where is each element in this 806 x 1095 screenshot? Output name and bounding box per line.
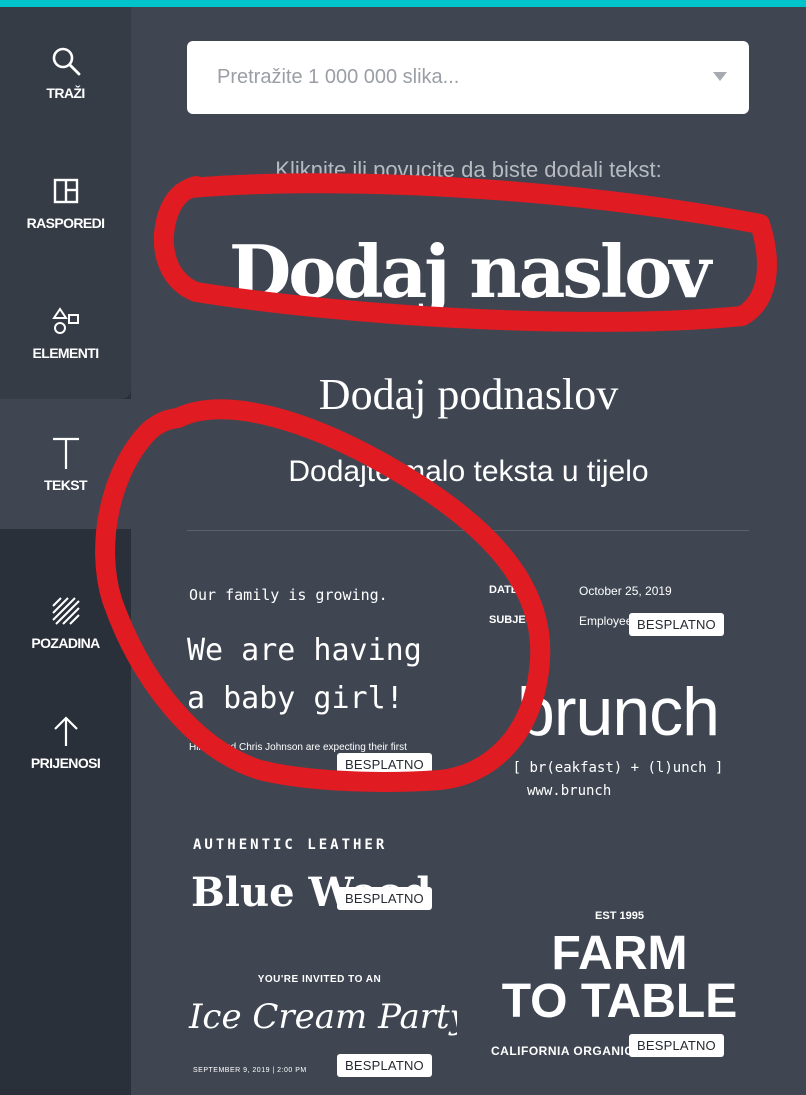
template-text: FARM bbox=[551, 927, 688, 980]
text-template-brunch[interactable]: DATE: SUBJECT: October 25, 2019 Employee… bbox=[487, 572, 752, 822]
template-text: brunch bbox=[517, 674, 720, 750]
search-placeholder: Pretražite 1 000 000 slika... bbox=[217, 66, 460, 88]
divider bbox=[187, 530, 749, 531]
search-icon bbox=[48, 43, 84, 79]
text-template-leather[interactable]: AUTHENTIC LEATHER Blue Wood BESPLATNO bbox=[187, 827, 457, 942]
text-template-farm-to-table[interactable]: EST 1995 FARM TO TABLE CALIFORNIA ORGANI… bbox=[487, 902, 752, 1087]
text-template-ice-cream-party[interactable]: YOU'RE INVITED TO AN Ice Cream Party SEP… bbox=[187, 962, 457, 1092]
chevron-down-icon[interactable] bbox=[713, 72, 727, 81]
sidebar-item-elements[interactable]: ELEMENTI bbox=[0, 267, 131, 397]
sidebar-item-text[interactable]: TEKST bbox=[0, 399, 131, 529]
text-panel: Pretražite 1 000 000 slika... Kliknite i… bbox=[131, 7, 806, 1095]
template-text: SEPTEMBER 9, 2019 | 2:00 PM bbox=[193, 1067, 307, 1074]
sidebar-item-search[interactable]: TRAŽI bbox=[0, 7, 131, 137]
sidebar: TRAŽI RASPOREDI ELEMENTI TEKST POZADINA … bbox=[0, 7, 131, 1095]
template-text: We are having a baby girl! bbox=[187, 633, 422, 716]
search-input[interactable]: Pretražite 1 000 000 slika... bbox=[187, 41, 749, 114]
free-badge: BESPLATNO bbox=[629, 1034, 724, 1057]
sidebar-item-label: ELEMENTI bbox=[32, 345, 100, 361]
template-text: www.brunch bbox=[527, 783, 612, 799]
template-text: Our family is growing. bbox=[189, 586, 388, 604]
free-badge: BESPLATNO bbox=[337, 1054, 432, 1077]
template-text: SUBJECT: bbox=[489, 614, 543, 626]
template-text: TO TABLE bbox=[501, 975, 738, 1028]
shapes-icon bbox=[48, 303, 84, 339]
sidebar-item-label: PRIJENOSI bbox=[30, 755, 101, 771]
pattern-icon bbox=[48, 593, 84, 629]
template-text: [ br(eakfast) + (l)unch ] bbox=[512, 760, 724, 776]
sidebar-item-label: TEKST bbox=[44, 477, 87, 493]
add-body-text-button[interactable]: Dodajte malo teksta u tijelo bbox=[131, 452, 806, 492]
sidebar-item-background[interactable]: POZADINA bbox=[0, 557, 131, 687]
template-text: YOU'RE INVITED TO AN bbox=[257, 974, 382, 985]
add-heading-button[interactable]: Dodaj naslov bbox=[131, 227, 806, 317]
top-accent-bar bbox=[0, 0, 806, 7]
text-template-baby-announcement[interactable]: Our family is growing. We are having a b… bbox=[187, 572, 457, 787]
template-text: Ice Cream Party bbox=[189, 997, 457, 1037]
template-text: AUTHENTIC LEATHER bbox=[193, 837, 388, 853]
template-text: October 25, 2019 bbox=[579, 584, 672, 598]
free-badge: BESPLATNO bbox=[337, 887, 432, 910]
template-text: EST 1995 bbox=[595, 910, 644, 922]
sidebar-item-label: TRAŽI bbox=[46, 85, 85, 101]
free-badge: BESPLATNO bbox=[629, 613, 724, 636]
layout-icon bbox=[48, 173, 84, 209]
sidebar-item-label: RASPOREDI bbox=[26, 215, 105, 231]
text-icon bbox=[48, 435, 84, 471]
free-badge: BESPLATNO bbox=[337, 753, 432, 776]
template-text: DATE: bbox=[489, 584, 522, 596]
template-text: CALIFORNIA ORGANIC bbox=[491, 1044, 634, 1058]
sidebar-item-label: POZADINA bbox=[31, 635, 100, 651]
panel-hint: Kliknite ili povucite da biste dodali te… bbox=[275, 157, 662, 182]
sidebar-item-uploads[interactable]: PRIJENOSI bbox=[0, 677, 131, 807]
sidebar-item-layouts[interactable]: RASPOREDI bbox=[0, 137, 131, 267]
template-text: Employee bbox=[579, 614, 633, 628]
upload-arrow-icon bbox=[48, 713, 84, 749]
add-subheading-button[interactable]: Dodaj podnaslov bbox=[131, 367, 806, 423]
